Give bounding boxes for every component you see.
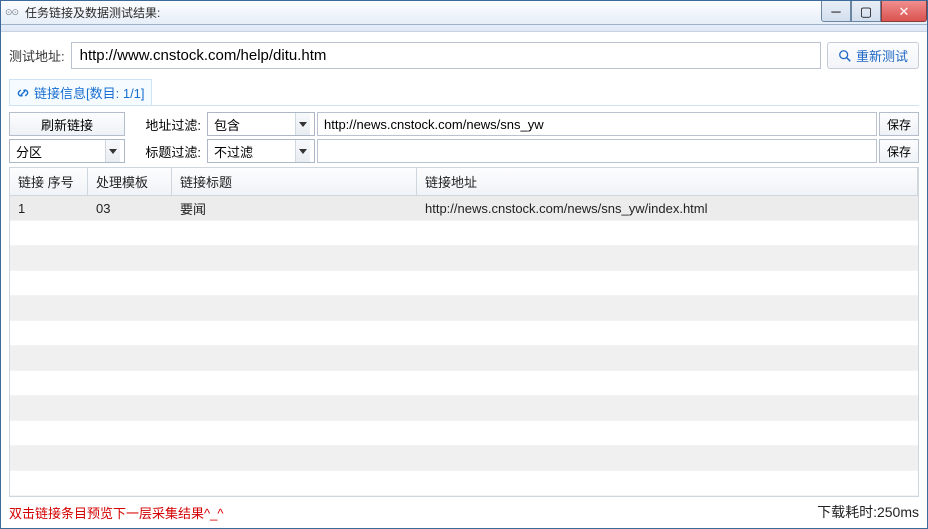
table-row-empty (10, 221, 918, 246)
footer-bar: 双击链接条目预览下一层采集结果^_^ 下载耗时:250ms (9, 502, 919, 522)
table-row-empty (10, 421, 918, 446)
table-row-empty (10, 446, 918, 471)
test-url-label: 测试地址: (9, 46, 65, 65)
search-icon (838, 49, 852, 63)
close-button[interactable]: ✕ (881, 1, 927, 22)
table-row-empty (10, 296, 918, 321)
retest-button[interactable]: 重新测试 (827, 42, 919, 69)
addr-filter-mode-value: 包含 (214, 115, 240, 134)
download-timing: 下载耗时:250ms (817, 502, 919, 522)
cell-title: 要闻 (172, 195, 417, 222)
link-icon (16, 86, 30, 100)
table-body: 103要闻http://news.cnstock.com/news/sns_yw… (10, 196, 918, 497)
table-row-empty (10, 471, 918, 496)
links-table: 链接 序号 处理模板 链接标题 链接地址 103要闻http://news.cn… (9, 167, 919, 497)
partition-select[interactable]: 分区 (9, 139, 125, 163)
minimize-button[interactable]: ─ (821, 1, 851, 22)
title-filter-input[interactable] (317, 139, 877, 163)
window-titlebar: ⊙⊙ 任务链接及数据测试结果: ─ ▢ ✕ (1, 1, 927, 25)
close-icon: ✕ (899, 5, 910, 18)
table-row-empty (10, 271, 918, 296)
app-icon: ⊙⊙ (5, 5, 21, 21)
cell-tmpl: 03 (88, 197, 172, 220)
save-title-filter-button[interactable]: 保存 (879, 139, 919, 163)
refresh-links-button[interactable]: 刷新链接 (9, 112, 125, 136)
table-row-empty (10, 246, 918, 271)
table-row-empty (10, 346, 918, 371)
minimize-icon: ─ (831, 5, 840, 18)
title-filter-mode-select[interactable]: 不过滤 (207, 139, 315, 163)
retest-button-label: 重新测试 (856, 46, 908, 65)
table-row-empty (10, 321, 918, 346)
test-url-input[interactable] (71, 42, 821, 69)
table-row-empty (10, 396, 918, 421)
addr-filter-input[interactable] (317, 112, 877, 136)
title-filter-mode-value: 不过滤 (214, 142, 253, 161)
table-header: 链接 序号 处理模板 链接标题 链接地址 (10, 168, 918, 196)
filter-row-title: 分区 标题过滤: 不过滤 保存 (9, 139, 919, 163)
col-url[interactable]: 链接地址 (417, 168, 918, 195)
window-title: 任务链接及数据测试结果: (25, 4, 160, 21)
addr-filter-mode-select[interactable]: 包含 (207, 112, 315, 136)
window-controls: ─ ▢ ✕ (821, 1, 927, 22)
save-addr-filter-button[interactable]: 保存 (879, 112, 919, 136)
link-info-tab[interactable]: 链接信息[数目: 1/1] (9, 79, 152, 105)
filter-row-addr: 刷新链接 地址过滤: 包含 保存 (9, 112, 919, 136)
table-row[interactable]: 103要闻http://news.cnstock.com/news/sns_yw… (10, 196, 918, 221)
test-url-row: 测试地址: 重新测试 (9, 42, 919, 69)
chevron-down-icon (109, 149, 117, 154)
chevron-down-icon (299, 149, 307, 154)
partition-select-value: 分区 (16, 142, 42, 161)
cell-seq: 1 (10, 197, 88, 220)
col-title[interactable]: 链接标题 (172, 168, 417, 195)
top-tab-strip (1, 25, 927, 32)
table-row-empty (10, 371, 918, 396)
col-seq[interactable]: 链接 序号 (10, 168, 88, 195)
chevron-down-icon (299, 122, 307, 127)
addr-filter-label: 地址过滤: (127, 115, 205, 134)
footer-hint: 双击链接条目预览下一层采集结果^_^ (9, 503, 223, 522)
title-filter-label: 标题过滤: (127, 142, 205, 161)
col-template[interactable]: 处理模板 (88, 168, 172, 195)
link-info-tab-label: 链接信息[数目: 1/1] (34, 83, 145, 102)
maximize-button[interactable]: ▢ (851, 1, 881, 22)
cell-url: http://news.cnstock.com/news/sns_yw/inde… (417, 197, 918, 220)
maximize-icon: ▢ (860, 5, 872, 18)
